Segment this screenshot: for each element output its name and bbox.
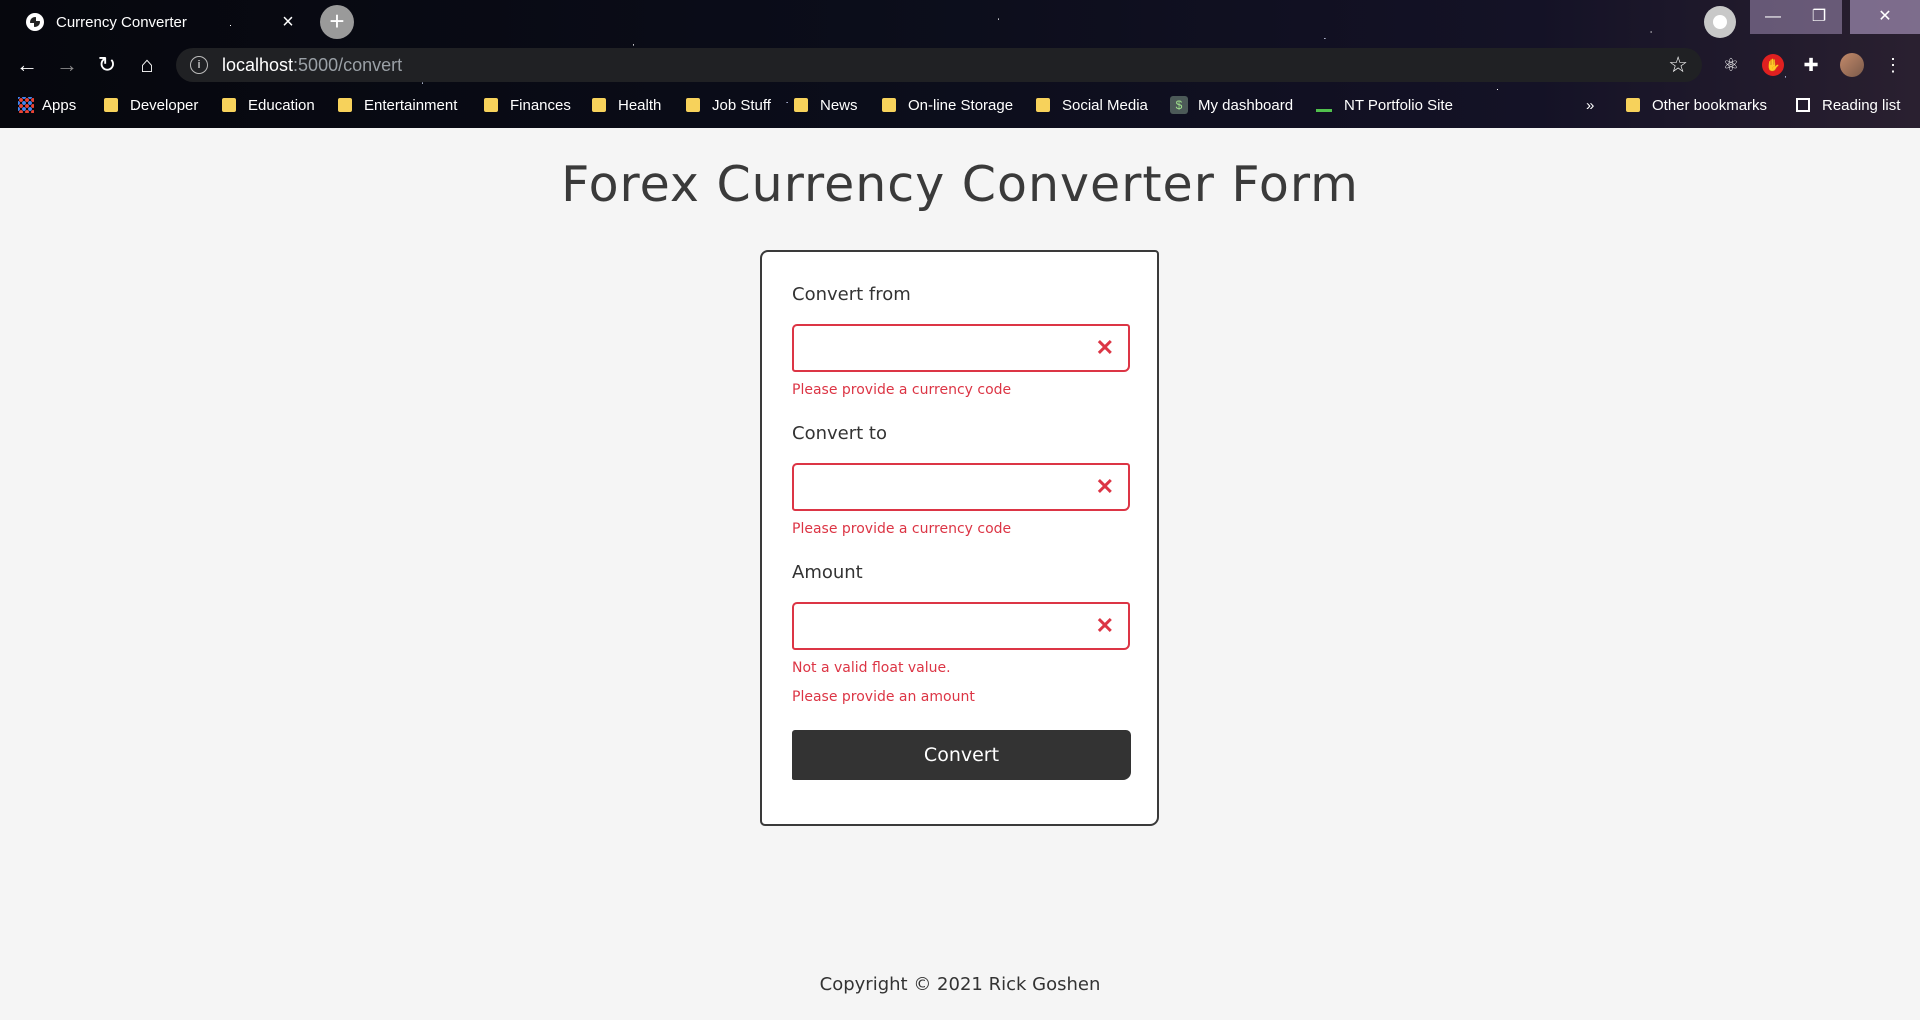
home-button[interactable]: ⌂	[132, 50, 162, 80]
amount-input[interactable]	[804, 604, 1098, 646]
footer-copyright: Copyright © 2021 Rick Goshen	[819, 974, 1101, 995]
bookmark-label: Health	[618, 96, 662, 114]
globe-icon	[26, 13, 44, 31]
folder-icon	[686, 98, 700, 112]
amount-label: Amount	[792, 562, 863, 583]
reading-list-button[interactable]: Reading list	[1796, 90, 1900, 120]
bookmark-label: NT Portfolio Site	[1344, 96, 1453, 114]
maximize-button[interactable]: ❐	[1796, 0, 1842, 34]
bookmark-label: On-line Storage	[908, 96, 1014, 114]
convert-from-label: Convert from	[792, 284, 911, 305]
convert-to-error: Please provide a currency code	[792, 521, 1012, 537]
convert-from-field-wrapper: ✕	[792, 324, 1130, 372]
folder-icon	[794, 98, 808, 112]
browser-menu-icon[interactable]: ⋮	[1880, 52, 1906, 78]
bookmark-label: Other bookmarks	[1652, 96, 1768, 114]
amount-field-wrapper: ✕	[792, 602, 1130, 650]
convert-button[interactable]: Convert	[792, 730, 1131, 780]
bookmark-finances[interactable]: Finances	[484, 90, 571, 120]
bookmark-label: Developer	[130, 96, 199, 114]
amount-error-float: Not a valid float value.	[792, 660, 951, 676]
bookmark-label: Entertainment	[364, 96, 458, 114]
dashboard-icon: $	[1170, 96, 1188, 114]
new-tab-button[interactable]: +	[320, 5, 354, 39]
amount-error-required: Please provide an amount	[792, 689, 975, 705]
extensions-puzzle-icon[interactable]: ✚	[1798, 52, 1824, 78]
bookmark-label: Education	[248, 96, 315, 114]
folder-icon	[484, 98, 498, 112]
bookmark-star-icon[interactable]: ☆	[1668, 52, 1688, 78]
bookmark-label: Job Stuff	[712, 96, 771, 114]
bookmark-social-media[interactable]: Social Media	[1036, 90, 1148, 120]
apps-grid-icon	[18, 97, 34, 113]
tab-close-icon[interactable]: ×	[276, 11, 300, 34]
folder-icon	[338, 98, 352, 112]
bookmark-education[interactable]: Education	[222, 90, 315, 120]
react-devtools-icon[interactable]: ⚛	[1718, 52, 1744, 78]
invalid-icon: ✕	[1095, 613, 1114, 638]
bookmarks-overflow-button[interactable]: »	[1586, 90, 1594, 120]
address-bar[interactable]: i localhost:5000/convert ☆	[176, 48, 1702, 82]
tab-currency-converter[interactable]: Currency Converter ×	[8, 2, 314, 42]
folder-icon	[222, 98, 236, 112]
convert-to-input[interactable]	[804, 465, 1098, 507]
bookmark-label: Finances	[510, 96, 571, 114]
bookmark-online-storage[interactable]: On-line Storage	[882, 90, 1013, 120]
bookmark-entertainment[interactable]: Entertainment	[338, 90, 457, 120]
bookmark-news[interactable]: News	[794, 90, 858, 120]
chevron-down-icon	[1713, 15, 1727, 29]
converter-form: Convert from ✕ Please provide a currency…	[760, 250, 1159, 826]
convert-from-error: Please provide a currency code	[792, 382, 1012, 398]
reading-list-icon	[1796, 98, 1810, 112]
info-icon[interactable]: i	[190, 56, 208, 74]
folder-icon	[1036, 98, 1050, 112]
convert-from-input[interactable]	[804, 326, 1098, 368]
bookmark-developer[interactable]: Developer	[104, 90, 198, 120]
tab-search-button[interactable]	[1704, 6, 1736, 38]
browser-chrome: Currency Converter × + — ❐ ✕ ← → ↻ ⌂ i l…	[0, 0, 1920, 128]
back-button[interactable]: ←	[12, 50, 42, 80]
url-path: :5000/convert	[293, 54, 403, 75]
profile-avatar[interactable]	[1840, 53, 1864, 77]
bookmark-health[interactable]: Health	[592, 90, 661, 120]
bookmark-job-stuff[interactable]: Job Stuff	[686, 90, 771, 120]
bookmark-label: News	[820, 96, 858, 114]
tab-strip: Currency Converter × + — ❐ ✕	[0, 0, 1920, 42]
convert-to-label: Convert to	[792, 423, 887, 444]
folder-icon	[1626, 98, 1640, 112]
browser-toolbar: ← → ↻ ⌂ i localhost:5000/convert ☆ ⚛ ✋ ✚…	[0, 46, 1920, 84]
bookmark-apps[interactable]: Apps	[18, 90, 76, 120]
folder-icon	[104, 98, 118, 112]
page-title: Forex Currency Converter Form	[561, 156, 1359, 213]
bookmarks-bar: Apps Developer Education Entertainment F…	[0, 90, 1920, 120]
folder-icon	[882, 98, 896, 112]
invalid-icon: ✕	[1095, 335, 1114, 360]
invalid-icon: ✕	[1095, 474, 1114, 499]
stop-extension-icon[interactable]: ✋	[1762, 54, 1784, 76]
portfolio-icon	[1316, 99, 1332, 112]
convert-to-field-wrapper: ✕	[792, 463, 1130, 511]
bookmark-label: Social Media	[1062, 96, 1148, 114]
reload-button[interactable]: ↻	[92, 50, 122, 80]
bookmark-other-bookmarks[interactable]: Other bookmarks	[1626, 90, 1767, 120]
bookmark-label: Apps	[42, 96, 77, 114]
tab-title: Currency Converter	[56, 13, 187, 31]
minimize-button[interactable]: —	[1750, 0, 1796, 34]
folder-icon	[592, 98, 606, 112]
url-host: localhost	[222, 54, 294, 75]
bookmark-label: My dashboard	[1198, 96, 1294, 114]
bookmark-nt-portfolio[interactable]: NT Portfolio Site	[1316, 90, 1453, 120]
close-window-button[interactable]: ✕	[1850, 0, 1920, 34]
bookmark-label: Reading list	[1822, 96, 1901, 114]
bookmark-my-dashboard[interactable]: $ My dashboard	[1170, 90, 1293, 120]
forward-button[interactable]: →	[52, 50, 82, 80]
